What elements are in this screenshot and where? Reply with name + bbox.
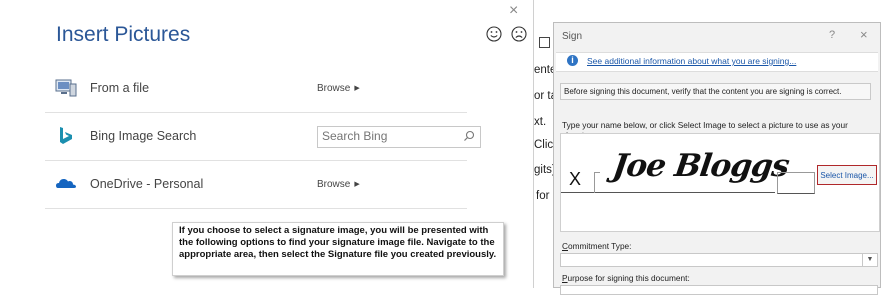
chevron-down-icon[interactable]: ▼ — [862, 254, 877, 266]
computer-icon — [55, 79, 77, 97]
browse-link[interactable]: Browse ▶ — [317, 83, 360, 94]
commitment-type-select[interactable]: ▼ — [560, 253, 878, 267]
background-document: ente or ta xt. Click gits) for — [534, 0, 554, 288]
text-fragment: gits) — [534, 164, 554, 176]
search-icon[interactable] — [463, 130, 475, 142]
select-image-button[interactable]: Select Image... — [817, 165, 877, 185]
instruction-callout: If you choose to select a signature imag… — [172, 222, 504, 276]
signature-line — [599, 192, 775, 193]
close-icon[interactable]: × — [860, 27, 868, 42]
search-input[interactable] — [318, 127, 461, 145]
commitment-type-label: Commitment Type: — [562, 241, 632, 251]
text-fragment: xt. — [534, 116, 547, 128]
search-box[interactable] — [317, 126, 481, 148]
signature-name-field[interactable] — [777, 172, 815, 194]
caret-right-icon: ▶ — [354, 181, 360, 188]
text-fragment: for — [536, 190, 550, 202]
row-label: Bing Image Search — [90, 129, 197, 143]
sign-dialog: Sign ? × i See additional information ab… — [553, 22, 881, 295]
help-icon[interactable]: ? — [829, 29, 835, 41]
additional-info-link[interactable]: See additional information about what yo… — [587, 56, 796, 66]
close-icon[interactable]: × — [509, 2, 518, 20]
purpose-label: Purpose for signing this document: — [562, 273, 690, 283]
info-icon: i — [567, 55, 578, 66]
smile-feedback-icon[interactable] — [486, 26, 502, 42]
info-bar: i See additional information about what … — [556, 52, 878, 72]
browse-link[interactable]: Browse ▶ — [317, 179, 360, 190]
row-label: From a file — [90, 81, 150, 95]
checkbox — [539, 37, 550, 48]
signature-image: Joe Bloggs — [610, 148, 791, 184]
text-fragment: or ta — [534, 90, 554, 102]
bing-icon — [60, 127, 72, 144]
frown-feedback-icon[interactable] — [511, 26, 527, 42]
onedrive-icon — [56, 178, 76, 188]
onedrive-row[interactable]: OneDrive - Personal Browse ▶ — [45, 160, 467, 209]
bing-image-search-row: Bing Image Search — [45, 112, 481, 161]
caret-right-icon: ▶ — [354, 85, 360, 92]
text-fragment: Click — [534, 139, 554, 151]
signature-area[interactable]: X Joe Bloggs Select Image... — [560, 133, 880, 232]
verify-notice: Before signing this document, verify tha… — [560, 83, 871, 100]
dialog-title: Sign — [562, 31, 583, 42]
purpose-input[interactable] — [560, 285, 878, 295]
signature-x-mark: X — [569, 169, 582, 189]
dialog-title: Insert Pictures — [56, 23, 191, 46]
signature-field-border — [594, 172, 600, 193]
insert-pictures-dialog: × Insert Pictures From a file Browse ▶ Bi… — [0, 0, 534, 288]
from-a-file-row[interactable]: From a file Browse ▶ — [45, 64, 467, 113]
row-label: OneDrive - Personal — [90, 177, 204, 191]
text-fragment: ente — [534, 64, 554, 76]
